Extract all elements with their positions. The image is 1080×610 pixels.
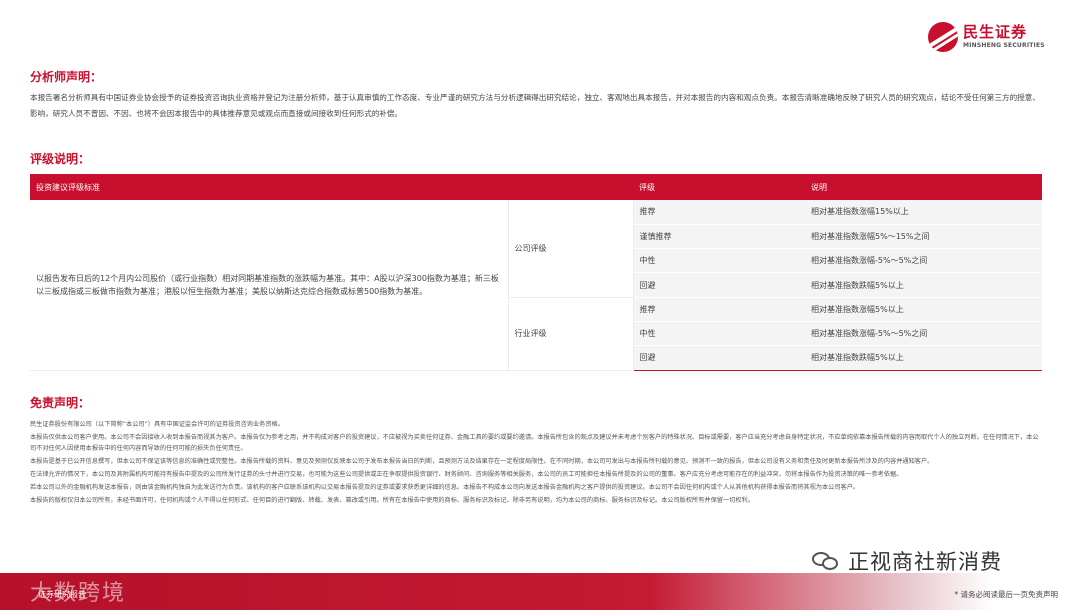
rating-description: 相对基准指数涨幅15%以上 [805, 200, 1042, 225]
logo-name-cn: 民生证券 [963, 23, 1028, 41]
disclaimer-paragraph: 本报告仅供本公司客户使用。本公司不会因接收人收到本报告而视其为客户。本报告仅为参… [30, 434, 1039, 452]
disclaimer-body: 民生证券股份有限公司（以下简称“本公司”）具有中国证监会许可的证券投资咨询业务资… [30, 419, 1042, 508]
disclaimer-paragraph: 在法律允许的情况下，本公司及其附属机构可能持有报告中提及的公司所发行证券的头寸并… [30, 471, 903, 478]
analyst-statement-text: 本报告署名分析师具有中国证券业协会授予的证券投资咨询执业资格并登记为注册分析师，… [30, 93, 1040, 118]
rating-standard-text: 以报告发布日后的12个月内公司股价（或行业指数）相对同期基准指数的涨跌幅为基准。… [30, 200, 509, 371]
rating-table-header: 投资建议评级标准 评级 说明 [30, 174, 1042, 200]
rating-description: 相对基准指数涨幅5%～15%之间 [805, 224, 1042, 250]
disclaimer-title: 免责声明： [30, 396, 91, 410]
disclaimer-paragraph: 若本公司以外的金融机构发送本报告，则由该金融机构独自为此发送行为负责。该机构的客… [30, 484, 860, 491]
header-group [508, 174, 633, 200]
header-standard: 投资建议评级标准 [30, 174, 508, 200]
minsheng-logo-icon [928, 22, 958, 52]
wechat-icon [812, 550, 840, 572]
rating-table: 投资建议评级标准 评级 说明 以报告发布日后的12个月内公司股价（或行业指数）相… [30, 174, 1042, 371]
disclaimer-paragraph: 民生证券股份有限公司（以下简称“本公司”）具有中国证监会许可的证券投资咨询业务资… [30, 421, 284, 428]
rating-value: 中性 [633, 248, 805, 274]
rating-value: 中性 [633, 321, 805, 347]
disclaimer-paragraph: 本报告的版权仅归本公司所有，未经书面许可，任何机构或个人不得以任何形式、任何目的… [30, 497, 754, 504]
disclaimer-paragraph: 本报告是基于已公开信息撰写，但本公司不保证该等信息的准确性或完整性。本报告所载的… [30, 458, 934, 465]
rating-description: 相对基准指数跌幅5%以上 [805, 345, 1042, 371]
wechat-watermark: 正视商社新消费 [812, 546, 1002, 576]
footer-bar: 大数跨境 证券研究报告 * 请务必阅读最后一页免责声明 [0, 573, 1080, 610]
footer-disclaimer-note: * 请务必阅读最后一页免责声明 [954, 590, 1058, 599]
industry-rating-label: 行业评级 [508, 297, 634, 371]
minsheng-logo: 民生证券 MINSHENG SECURITIES [928, 22, 1045, 52]
rating-description: 相对基准指数涨幅5%以上 [805, 297, 1042, 322]
rating-value: 回避 [633, 272, 805, 298]
rating-value: 推荐 [633, 297, 805, 322]
logo-name-en: MINSHENG SECURITIES [963, 42, 1045, 49]
rating-title: 评级说明： [30, 152, 91, 166]
analyst-statement-title: 分析师声明： [30, 70, 103, 84]
footer-brand-text: 证券研究报告 [38, 590, 86, 599]
header-rating: 评级 [633, 174, 805, 200]
rating-value: 推荐 [633, 200, 805, 225]
rating-value: 回避 [633, 345, 805, 371]
rating-value: 谨慎推荐 [633, 224, 805, 250]
rating-description: 相对基准指数涨幅-5%～5%之间 [805, 321, 1042, 347]
header-description: 说明 [805, 174, 1042, 200]
rating-description: 相对基准指数涨幅-5%～5%之间 [805, 248, 1042, 274]
watermark-text: 正视商社新消费 [848, 550, 1002, 574]
company-rating-label: 公司评级 [508, 200, 634, 298]
rating-description: 相对基准指数跌幅5%以上 [805, 272, 1042, 298]
table-row: 以报告发布日后的12个月内公司股价（或行业指数）相对同期基准指数的涨跌幅为基准。… [30, 200, 1042, 371]
